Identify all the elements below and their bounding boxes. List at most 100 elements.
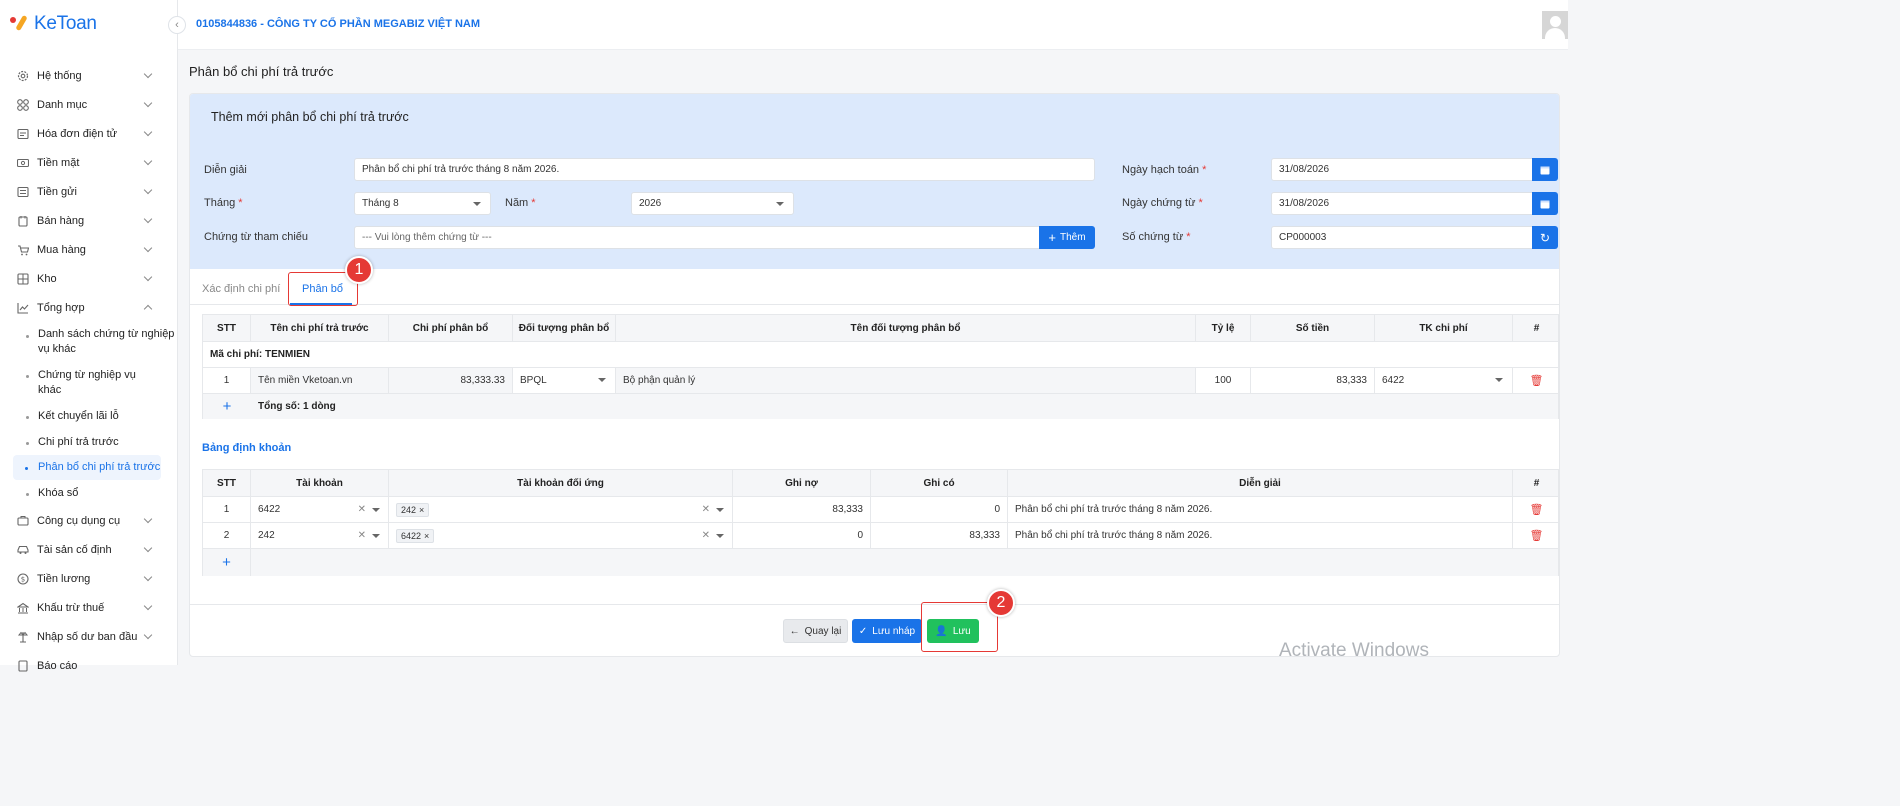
sidebar-subitem-ket-chuyen[interactable]: Kết chuyển lãi lỗ [0,403,177,429]
add-ref-button[interactable]: + Thêm [1039,226,1095,249]
cell-stt: 2 [203,523,251,548]
sidebar-item-danh-muc[interactable]: Danh mục [0,90,177,119]
sidebar-item-hoa-don[interactable]: Hóa đơn điện tử [0,119,177,148]
ngay-hach-toan-input[interactable]: 31/08/2026 [1271,158,1533,181]
plus-icon: + [222,554,231,571]
calendar-button[interactable] [1532,192,1558,215]
car-icon [16,543,29,556]
bullet-icon [25,467,28,470]
calendar-icon [1540,200,1550,208]
ghi-co-input[interactable]: 0 [871,497,1008,522]
col-header: STT [203,470,251,496]
chevron-down-icon [143,572,153,582]
sidebar-item-tien-mat[interactable]: Tiền mặt [0,148,177,177]
doi-tuong-select[interactable]: BPQL [513,368,616,393]
sidebar-item-mua-hang[interactable]: Mua hàng [0,235,177,264]
clear-icon: ✕ [357,530,366,541]
tax-icon [16,601,29,614]
caret-down-icon [598,378,606,382]
sidebar-item-khau-tru[interactable]: Khấu trừ thuế [0,593,177,622]
add-row-button[interactable]: + [203,394,251,419]
sidebar-subitem-chung-tu[interactable]: Chứng từ nghiệp vụ khác [0,361,177,403]
table-header-row: STT Tên chi phí trả trước Chi phí phân b… [203,315,1558,342]
tk-chi-phi-select[interactable]: 6422 [1375,368,1513,393]
sidebar-item-label: Tiền gửi [37,185,77,198]
delete-row-button[interactable]: 🗑 [1513,523,1559,548]
add-row-button[interactable]: + [203,549,251,576]
salary-icon: $ [16,572,29,585]
highlight-box-save [921,602,998,652]
sidebar-subitem-chi-phi[interactable]: Chi phí trả trước [0,429,177,455]
sidebar-menu: Hệ thống Danh mục Hóa đơn điện tử Tiền m… [0,61,177,680]
ghi-no-input[interactable]: 0 [733,523,871,548]
sidebar-item-tong-hop[interactable]: Tổng hợp [0,293,177,322]
nam-label: Năm * [505,197,536,209]
sidebar-item-kho[interactable]: Kho [0,264,177,293]
col-header: Tỷ lệ [1196,315,1251,341]
col-header: TK chi phí [1375,315,1513,341]
back-button[interactable]: ← Quay lại [783,619,848,643]
avatar[interactable] [1542,11,1568,39]
ref-input[interactable]: --- Vui lòng thêm chứng từ --- [354,226,1040,249]
so-tien-input[interactable]: 83,333 [1251,368,1375,393]
form-title: Thêm mới phân bổ chi phí trả trước [211,110,409,124]
calendar-icon [1540,166,1550,174]
caret-down-icon [716,508,724,512]
doi-ung-select[interactable]: 242 × ✕ [389,497,733,522]
col-header: Tài khoản đối ứng [389,470,733,496]
dien-giai-input[interactable]: Phân bổ chi phí trả trước tháng 8 năm 20… [354,158,1095,181]
brand-logo[interactable]: KeToan [10,12,97,36]
sidebar-item-nhap-so-du[interactable]: Nhập số dư ban đầu [0,622,177,651]
col-header: STT [203,315,251,341]
nam-select[interactable]: 2026 [631,192,794,215]
sidebar-item-tai-san[interactable]: Tài sản cố định [0,535,177,564]
chart-icon [16,301,29,314]
sidebar-subitem-khoa-so[interactable]: Khóa sổ [0,480,177,506]
caret-down-icon [1495,378,1503,382]
bang-dinh-khoan-title[interactable]: Bảng định khoản [202,442,291,454]
ghi-co-input[interactable]: 83,333 [871,523,1008,548]
sidebar-item-cong-cu[interactable]: Công cụ dụng cụ [0,506,177,535]
so-chung-tu-input[interactable]: CP000003 [1271,226,1533,249]
chevron-down-icon [143,98,153,108]
doi-ung-select[interactable]: 6422 × ✕ [389,523,733,548]
dien-giai-cell[interactable]: Phân bổ chi phí trả trước tháng 8 năm 20… [1008,523,1513,548]
sidebar-item-tien-luong[interactable]: $ Tiền lương [0,564,177,593]
caret-down-icon [372,508,380,512]
cell-ten-chi-phi: Tên miền Vketoan.vn [251,368,389,393]
collapse-sidebar-button[interactable]: ‹ [168,16,186,34]
clear-icon: ✕ [701,504,710,515]
cell-ten-doi-tuong: Bộ phận quản lý [616,368,1196,393]
balance-icon [16,630,29,643]
bank-icon [16,185,29,198]
thang-select[interactable]: Tháng 8 [354,192,491,215]
sidebar-item-bao-cao[interactable]: Báo cáo [0,651,177,680]
grid-icon [16,98,29,111]
dien-giai-cell[interactable]: Phân bổ chi phí trả trước tháng 8 năm 20… [1008,497,1513,522]
ghi-no-input[interactable]: 83,333 [733,497,871,522]
so-chung-tu-label: Số chứng từ * [1122,231,1191,243]
sidebar-subitem-danh-sach[interactable]: Danh sách chứng từ nghiệp vụ khác [0,322,177,361]
delete-row-button[interactable]: 🗑 [1513,368,1559,393]
sidebar-item-he-thong[interactable]: Hệ thống [0,61,177,90]
refresh-button[interactable]: ↻ [1532,226,1558,249]
ty-le-input[interactable]: 100 [1196,368,1251,393]
delete-row-button[interactable]: 🗑 [1513,497,1559,522]
sidebar-item-label: Kho [37,272,57,285]
tai-khoan-select[interactable]: 6422 ✕ [251,497,389,522]
table-row: 1 6422 ✕ 242 × ✕ 83,333 0 Phân bổ chi phí t… [203,497,1558,523]
sidebar-item-label: Hệ thống [37,69,82,82]
cell-stt: 1 [203,497,251,522]
refresh-icon: ↻ [1539,230,1551,245]
tab-xac-dinh-chi-phi[interactable]: Xác định chi phí [202,283,280,295]
tai-khoan-select[interactable]: 242 ✕ [251,523,389,548]
ngay-chung-tu-input[interactable]: 31/08/2026 [1271,192,1533,215]
calendar-button[interactable] [1532,158,1558,181]
cell-chi-phi-phan-bo: 83,333.33 [389,368,513,393]
sidebar-item-ban-hang[interactable]: Bán hàng [0,206,177,235]
footer-divider [190,604,1559,605]
chevron-down-icon [143,630,153,640]
sidebar-item-tien-gui[interactable]: Tiền gửi [0,177,177,206]
save-draft-button[interactable]: ✓ Lưu nháp [852,619,922,643]
sidebar-subitem-phan-bo[interactable]: Phân bổ chi phí trả trước [13,455,161,480]
